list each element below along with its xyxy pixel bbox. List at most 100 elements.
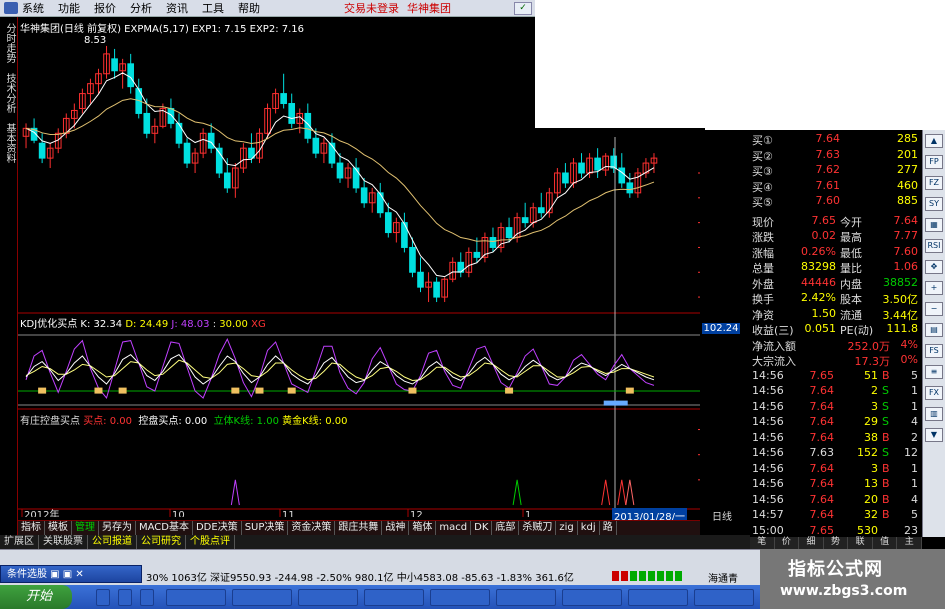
candle-body [473,251,481,258]
indicator-tab[interactable]: kdj [578,521,600,535]
quote-panel: 买① 7.64 285 买② 7.63 201 买③ 7.62 277 买④ 7.61 460 买⑤ 7.… [750,130,922,537]
fip-icon[interactable]: FP [925,155,943,169]
stat-value: 0.051 [804,322,837,335]
xaxis-label: 2012年 [24,508,59,517]
extension-tab[interactable]: 扩展区 [0,535,39,549]
bid-row: 买② 7.63 201 [750,148,922,164]
stock-picker-window-button[interactable]: 条件选股 ▣ ▣ ✕ [0,565,142,583]
candle-body [384,212,392,234]
taskbar-icon-3[interactable] [140,589,154,606]
fiz-icon[interactable]: FZ [925,176,943,190]
taskbar-task-3[interactable] [298,589,358,606]
indicator-tab[interactable]: 模板 [45,521,72,535]
bid-price: 7.62 [815,163,841,176]
indicator-tab[interactable]: 资金决策 [288,521,336,535]
indicator-tab[interactable]: zig [556,521,578,535]
quote-tab[interactable]: 主 [897,537,923,549]
tick-row: 14:56 7.64 29 S 4 [750,415,922,431]
kdj-extra-value: 30.00 [219,319,248,330]
indicator-tab[interactable]: 底部 [492,521,520,535]
taskbar-task-6[interactable] [496,589,556,606]
indicator-tab[interactable]: 管理 [72,521,99,535]
extension-tab[interactable]: 关联股票 [39,535,88,549]
fx-icon[interactable]: FX [925,386,943,400]
taskbar-task-9[interactable] [694,589,754,606]
down-icon[interactable]: ▼ [925,428,943,442]
xaxis-label: 11 [282,510,295,517]
taskbar-icon-2[interactable] [118,589,132,606]
candle-body [537,207,545,214]
window-control-icon[interactable]: ✓ [514,2,532,15]
tick-count: 5 [911,508,918,521]
indicator-tab[interactable]: 指标 [18,521,45,535]
table-icon[interactable]: ▥ [925,407,943,421]
quote-tab[interactable]: 值 [873,537,898,549]
grid-icon[interactable]: ▦ [925,218,943,232]
taskbar-task-5[interactable] [430,589,490,606]
indicator-tab[interactable]: 另存为 [99,521,136,535]
up-icon[interactable]: ▲ [925,134,943,148]
stat-label: 涨幅 [752,246,774,260]
menu-item-quote[interactable]: 报价 [94,0,116,16]
tick-time: 14:56 [752,492,784,506]
kline-chart[interactable]: 7.257.006.756.506.256.00100.0050.003.002… [18,17,700,517]
menu-item-function[interactable]: 功能 [58,0,80,16]
indicator-tab[interactable]: DDE决策 [193,521,242,535]
start-button[interactable]: 开始 [0,585,72,609]
indicator-tab[interactable]: MACD基本 [136,521,193,535]
menu-item-analysis[interactable]: 分析 [130,0,152,16]
extension-tab[interactable]: 公司报道 [88,535,137,549]
period-label[interactable]: 日线 [712,508,732,523]
indicator-tab[interactable]: 跟庄共舞 [335,521,383,535]
vtab-intraday[interactable]: 分时走势 [3,23,15,63]
indicator-tab[interactable]: SUP决策 [242,521,289,535]
fs-icon[interactable]: FS [925,344,943,358]
indicator-tab[interactable]: DK [471,521,493,535]
candle-body [618,167,626,184]
candle-body [288,103,296,124]
taskbar-task-2[interactable] [232,589,292,606]
indicator-tab[interactable]: 路 [600,521,617,535]
taskbar-task-7[interactable] [562,589,622,606]
tick-count: 1 [911,399,918,413]
quote-tab[interactable]: 联 [848,537,873,549]
tick-count: 1 [911,461,918,475]
taskbar-icon-1[interactable] [96,589,110,606]
zoom-in-icon[interactable]: + [925,281,943,295]
taskbar-task-4[interactable] [364,589,424,606]
stock-name-link[interactable]: 华神集团 [407,0,451,16]
rsi-icon[interactable]: RSI [925,239,943,253]
indicator-tab[interactable]: 杀贼刀 [519,521,557,535]
extension-tab[interactable]: 个股点评 [186,535,235,549]
chart-icon[interactable]: ▤ [925,323,943,337]
bid-row: 买④ 7.61 460 [750,179,922,195]
stat-label: 净资 [752,308,774,322]
menu-item-system[interactable]: 系统 [22,0,44,16]
menu-item-info[interactable]: 资讯 [166,0,188,16]
tick-price: 7.64 [809,384,835,397]
list-icon[interactable]: ≡ [925,365,943,379]
bid-volume: 201 [897,147,918,161]
zoom-out-icon[interactable]: − [925,302,943,316]
chart-area[interactable]: 7.257.006.756.506.256.00100.0050.003.002… [18,17,740,517]
vtab-fundamental[interactable]: 基本资料 [3,123,15,163]
quote-tab[interactable]: 价 [775,537,800,549]
quote-tab[interactable]: 细 [799,537,824,549]
taskbar-task-8[interactable] [628,589,688,606]
vtab-technical[interactable]: 技术分析 [3,73,15,113]
taskbar-task-1[interactable] [166,589,226,606]
indicator-tab[interactable]: 战神 [382,521,410,535]
indicator-tab[interactable]: macd [436,521,472,535]
menu-item-help[interactable]: 帮助 [238,0,260,16]
sys-icon[interactable]: SY [925,197,943,211]
tick-volume: 152 [857,446,878,459]
tick-count: 1 [911,384,918,397]
menu-item-tools[interactable]: 工具 [202,0,224,16]
quote-tab[interactable]: 势 [824,537,849,549]
trade-login-status[interactable]: 交易未登录 [344,0,399,16]
quote-tab[interactable]: 笔 [750,537,775,549]
extension-tab[interactable]: 公司研究 [137,535,186,549]
indicator-tab[interactable]: 箱体 [409,521,437,535]
move-icon[interactable]: ✥ [925,260,943,274]
bid-label: 买⑤ [752,196,773,209]
